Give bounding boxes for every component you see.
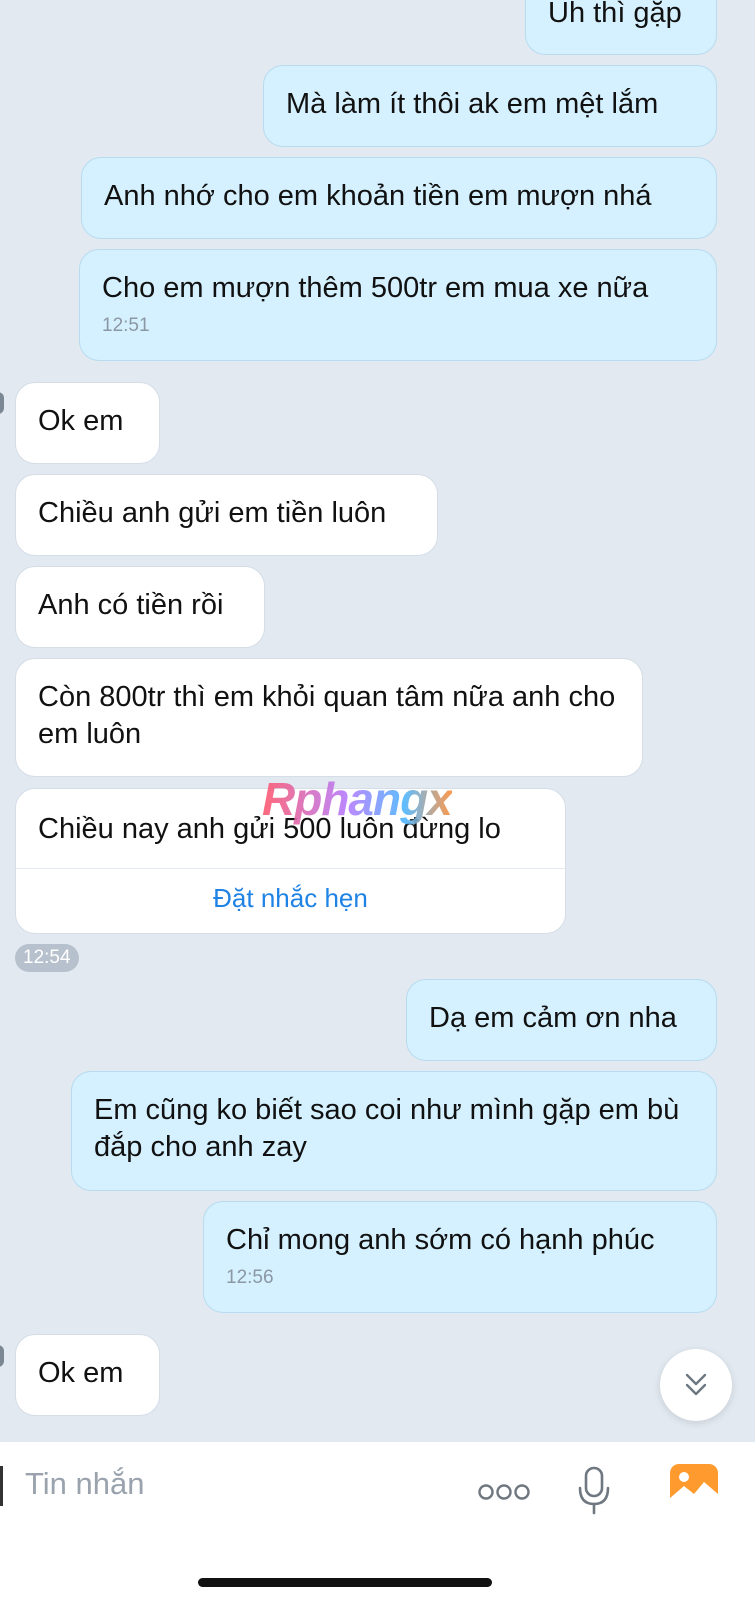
message-text: Dạ em cảm ơn nha <box>429 1002 677 1034</box>
message-text: Mà làm ít thôi ak em mệt lắm <box>286 88 659 120</box>
outgoing-message[interactable]: Dạ em cảm ơn nha <box>406 979 717 1061</box>
message-timestamp: 12:54 <box>15 944 79 972</box>
message-text: Chiều anh gửi em tiền luôn <box>38 497 387 529</box>
outgoing-message[interactable]: Anh nhớ cho em khoản tiền em mượn nhá <box>81 157 717 239</box>
watermark-logo: Rphangx <box>262 773 453 825</box>
message-timestamp: 12:56 <box>226 1267 274 1288</box>
outgoing-message[interactable]: Uh thì gặp <box>525 0 717 55</box>
message-input-bar: Tin nhắn <box>0 1442 755 1600</box>
home-indicator <box>198 1578 492 1587</box>
outgoing-message[interactable]: Em cũng ko biết sao coi như mình gặp em … <box>71 1071 717 1191</box>
message-text: Em cũng ko biết sao coi như mình gặp em … <box>94 1094 680 1163</box>
scroll-to-bottom-button[interactable] <box>660 1349 732 1421</box>
outgoing-message[interactable]: Chỉ mong anh sớm có hạnh phúc 12:56 <box>203 1201 717 1313</box>
message-text: Anh nhớ cho em khoản tiền em mượn nhá <box>104 180 652 212</box>
incoming-message[interactable]: Chiều anh gửi em tiền luôn <box>15 474 438 556</box>
input-caret <box>0 1466 3 1506</box>
incoming-message[interactable]: Còn 800tr thì em khỏi quan tâm nữa anh c… <box>15 658 643 777</box>
message-input[interactable]: Tin nhắn <box>25 1466 145 1502</box>
set-reminder-button[interactable]: Đặt nhắc hẹn <box>16 868 565 927</box>
message-timestamp: 12:51 <box>102 315 150 336</box>
incoming-message[interactable]: Ok em <box>15 382 160 464</box>
message-text: Anh có tiền rồi <box>38 589 224 621</box>
outgoing-message[interactable]: Mà làm ít thôi ak em mệt lắm <box>263 65 717 147</box>
microphone-icon[interactable] <box>577 1466 611 1516</box>
message-text: Ok em <box>38 1357 124 1389</box>
image-icon[interactable] <box>670 1464 718 1508</box>
chat-thread[interactable]: Uh thì gặp Mà làm ít thôi ak em mệt lắm … <box>0 0 755 1442</box>
double-chevron-down-icon <box>685 1373 707 1396</box>
message-text: Còn 800tr thì em khỏi quan tâm nữa anh c… <box>38 681 616 750</box>
outgoing-message[interactable]: Cho em mượn thêm 500tr em mua xe nữa 12:… <box>79 249 717 361</box>
avatar <box>0 392 4 414</box>
message-text: Cho em mượn thêm 500tr em mua xe nữa <box>102 272 649 304</box>
message-text: Ok em <box>38 405 124 437</box>
more-dots-icon[interactable] <box>478 1482 530 1502</box>
incoming-message[interactable]: Ok em <box>15 1334 160 1416</box>
avatar <box>0 1345 4 1367</box>
message-text: Uh thì gặp <box>548 0 682 29</box>
incoming-message[interactable]: Anh có tiền rồi <box>15 566 265 648</box>
message-text: Chỉ mong anh sớm có hạnh phúc <box>226 1224 655 1256</box>
